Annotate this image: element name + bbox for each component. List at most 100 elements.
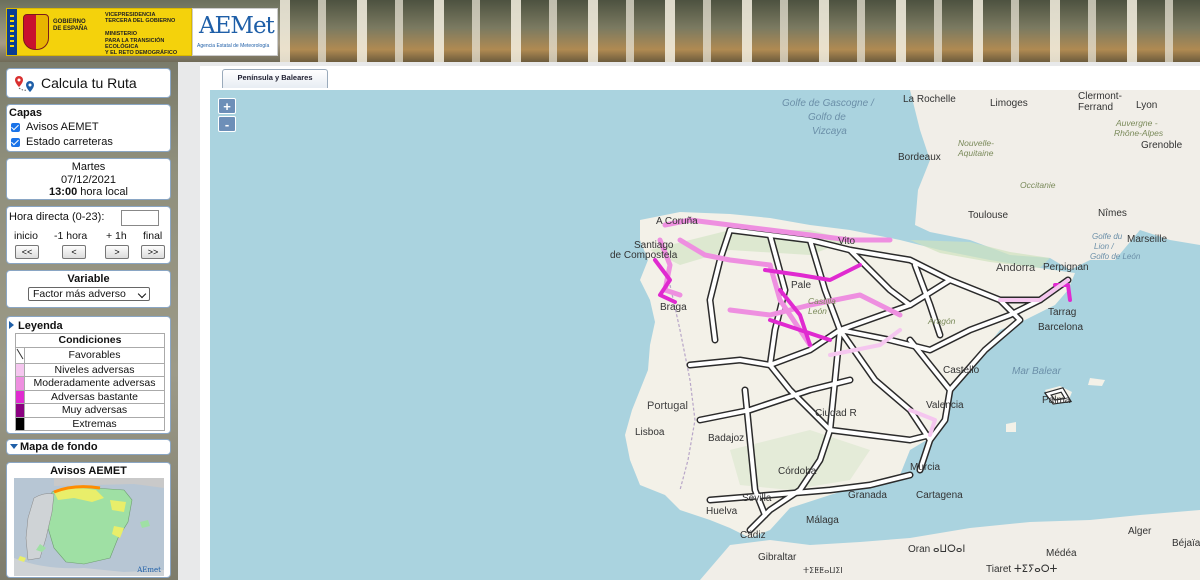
map-label-gascogne: Golfe de Gascogne / [782,98,874,109]
nav-label-final: final [143,230,163,242]
map-label-ciudad-real: Ciudad R [815,408,857,419]
last-hour-button[interactable]: >> [141,245,165,259]
header-forest-photo [280,0,1200,62]
map-label-portugal: Portugal [647,400,688,412]
map-label-marseille: Marseille [1127,234,1168,245]
calcula-ruta-button[interactable]: Calcula tu Ruta [6,68,171,98]
site-header: GOBIERNO DE ESPAÑA VICEPRESIDENCIA TERCE… [0,0,1200,62]
time-navigation-panel: Hora directa (0-23): inicio -1 hora + 1h… [6,206,171,264]
variable-panel: Variable Factor más adverso [6,270,171,308]
government-logo[interactable]: GOBIERNO DE ESPAÑA VICEPRESIDENCIA TERCE… [6,8,192,56]
map-label-tiaret: Tiaret ⵜⵉⵢⴰⵔⵜ [986,564,1058,575]
chevron-down-icon [137,289,147,299]
map-label-medea: Médéa [1046,548,1077,559]
zoom-in-button[interactable]: + [218,98,236,114]
map-label-leon: León [808,306,827,316]
map-label-bordeaux: Bordeaux [898,152,941,163]
legend-row: Adversas bastante [15,389,165,404]
map-label-sevilla: Sevilla [742,493,772,504]
triangle-right-icon[interactable] [9,321,14,329]
basemap-toggle[interactable]: Mapa de fondo [6,439,171,455]
nav-label-plus-hour: + 1h [106,230,127,242]
legend-swatch [15,403,25,418]
triangle-down-icon [10,444,18,449]
map-label-limoges: Limoges [990,98,1028,109]
map-label-andorra: Andorra [996,262,1036,274]
gobierno-text: GOBIERNO DE ESPAÑA [53,19,88,32]
first-hour-button[interactable]: << [15,245,39,259]
hour-direct-label: Hora directa (0-23): [9,211,105,223]
map-label-lion: Lion / [1094,242,1114,251]
nav-label-inicio: inicio [14,230,38,242]
avisos-brand: AEmet [137,566,161,574]
map-label-golfe-lion: Golfe du [1092,232,1123,241]
legend-row: Extremas [15,416,165,431]
avisos-checkbox[interactable] [11,123,20,132]
legend-label: Niveles adversas [24,362,165,377]
legend-label: Moderadamente adversas [24,376,165,391]
map-label-barcelona: Barcelona [1038,322,1084,333]
next-hour-button[interactable]: > [105,245,129,259]
carreteras-checkbox[interactable] [11,138,20,147]
route-pin-icon [15,76,34,92]
map-label-huelva: Huelva [706,506,738,517]
map-label-cadiz: Cádiz [740,530,766,541]
menorca [1088,378,1105,386]
map-label-grenoble: Grenoble [1141,140,1183,151]
map-label-rhone-alpes: Rhône-Alpes [1114,128,1164,138]
sidebar: Calcula tu Ruta Capas Avisos AEMET Estad… [0,62,178,580]
legend-label: Favorables [24,346,165,364]
variable-select[interactable]: Factor más adverso [28,287,150,301]
legend-swatch-favorable [15,346,25,364]
legend-title[interactable]: Leyenda [18,320,63,332]
route-map[interactable]: + - Golfe de Gascogne / Golfo de Vizcaya… [210,90,1200,580]
legend-swatch [15,389,25,404]
map-label-castellon: Castello [943,365,980,376]
variable-title: Variable [67,273,110,285]
route-title: Calcula tu Ruta [41,75,137,91]
map-label-granada: Granada [848,490,887,501]
map-label-occitanie: Occitanie [1020,180,1056,190]
ministry-text: VICEPRESIDENCIA TERCERA DEL GOBIERNO MIN… [105,12,178,57]
carreteras-label: Estado carreteras [26,136,113,148]
map-label-la-rochelle: La Rochelle [903,94,956,105]
coat-of-arms-icon [23,14,49,50]
legend-swatch [15,376,25,391]
layers-title: Capas [9,107,43,119]
map-label-compostela: de Compostela [610,250,678,261]
map-label-castilla: Castilla [808,296,836,306]
legend-table: Condiciones Favorables Niveles adversas … [15,333,165,431]
map-label-alger: Alger [1128,526,1152,537]
date-day: Martes [71,161,106,173]
layers-panel: Capas Avisos AEMET Estado carreteras [6,104,171,152]
map-label-lyon: Lyon [1136,100,1158,111]
map-label-braga: Braga [660,302,687,313]
avisos-title: Avisos AEMET [50,465,127,477]
map-label-vitoria: Vito [838,236,856,247]
diagonal-line-icon [16,348,24,359]
map-label-badajoz: Badajoz [708,433,745,444]
map-label-nimes: Nîmes [1098,208,1127,219]
map-label-ferrand: Ferrand [1078,102,1114,113]
aemet-logo[interactable]: AEMet Agencia Estatal de Meteorología [192,8,278,56]
prev-hour-button[interactable]: < [62,245,86,259]
time-value: 13:00 [49,186,78,198]
map-label-golfo: Golfo de [808,112,846,123]
tab-peninsula-baleares[interactable]: Península y Baleares [222,69,328,88]
map-label-valencia: Valencia [926,400,964,411]
map-label-gibraltar: Gibraltar [758,552,797,563]
zoom-out-button[interactable]: - [218,116,236,132]
date-time-row: 13:00 hora local [7,186,170,199]
map-label-nouvelle: Nouvelle- [958,138,994,148]
map-canvas [625,90,1200,580]
legend-swatch [15,416,25,431]
legend-row: Moderadamente adversas [15,376,165,391]
hour-direct-input[interactable] [121,210,159,226]
legend-label: Muy adversas [24,403,165,418]
map-label-clermont: Clermont- [1078,91,1122,102]
legend-label: Extremas [24,416,165,431]
avisos-thumbnail-map[interactable]: AEmet [14,478,164,576]
legend-row: Niveles adversas [15,362,165,377]
nav-label-minus-hour: -1 hora [54,230,88,242]
variable-selected-value: Factor más adverso [33,288,126,300]
